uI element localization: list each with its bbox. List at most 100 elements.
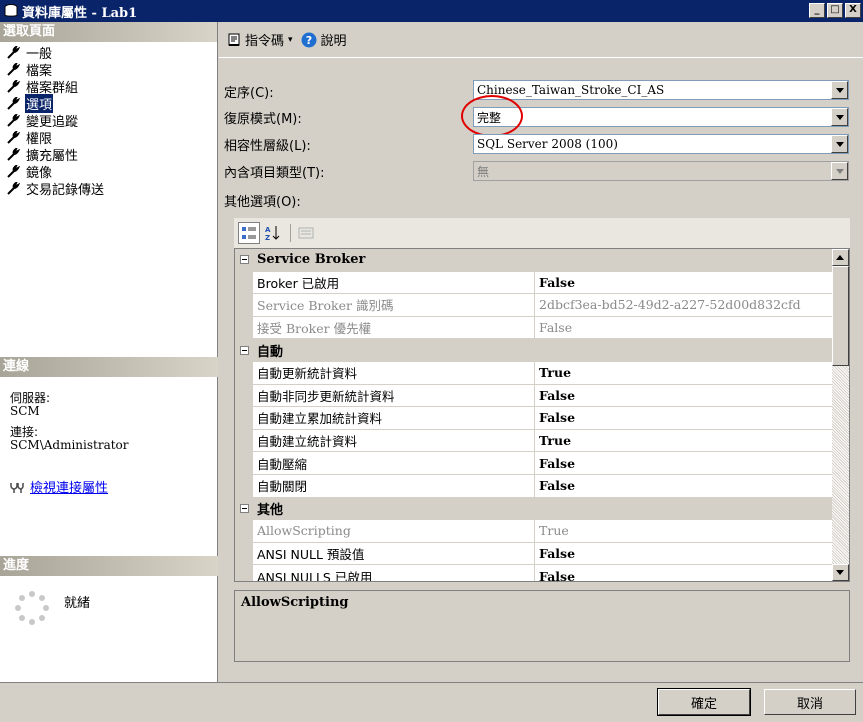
property-name: Broker 已啟用 [253,271,535,294]
property-value[interactable]: False [535,452,833,474]
categorized-button[interactable] [238,222,260,244]
svg-text:?: ? [305,34,311,47]
containment-value: 無 [477,164,490,179]
property-value[interactable]: False [535,475,833,497]
scroll-up-button[interactable] [832,249,849,266]
wrench-icon [7,113,20,127]
row-gutter [235,565,253,581]
property-value[interactable]: True [535,362,833,384]
connection-value: SCM\Administrator [10,438,129,452]
vertical-scrollbar[interactable] [832,249,849,581]
row-gutter [235,384,253,407]
containment-label: 內含項目類型(T): [224,166,325,181]
progress-area: 就緒 [14,590,90,626]
collation-select[interactable]: Chinese_Taiwan_Stroke_CI_AS [473,80,849,100]
property-name: ANSI NULLS 已啟用 [253,565,535,581]
ok-button[interactable]: 確定 [657,688,751,716]
grid-row[interactable]: 自動關閉 False [235,474,833,498]
maximize-button[interactable]: □ [827,3,843,18]
sidebar-item[interactable]: 鏡像 [0,163,217,181]
row-gutter [235,452,253,474]
grid-row[interactable]: ANSI NULL 預設值 False [235,542,833,566]
description-panel: AllowScripting [234,590,850,662]
sidebar-item[interactable]: 檔案群組 [0,78,217,96]
sidebar-item[interactable]: 權限 [0,129,217,147]
highlight-circle [461,95,523,137]
connection-header: 連線 [0,357,218,377]
scroll-down-button[interactable] [832,564,849,581]
row-gutter [235,542,253,565]
property-value[interactable]: False [535,543,833,565]
property-name: 自動非同步更新統計資料 [253,384,535,407]
database-icon [4,4,18,17]
grid-category[interactable]: 自動 [235,339,833,362]
grid-row[interactable]: Service Broker 識別碼 2dbcf3ea-bd52-49d2-a22… [235,294,833,317]
property-value[interactable]: True [535,430,833,452]
close-button[interactable]: X [845,3,861,18]
grid-row[interactable]: Broker 已啟用 False [235,271,833,295]
sidebar-item[interactable]: 交易記錄傳送 [0,180,217,198]
sidebar-item[interactable]: 變更追蹤 [0,112,217,130]
scroll-thumb[interactable] [832,266,849,366]
recovery-model-label: 復原模式(M): [224,112,302,127]
help-button[interactable]: ? 說明 [301,30,347,49]
server-value: SCM [10,404,40,418]
grid-row[interactable]: ANSI NULLS 已啟用 False [235,565,833,581]
chevron-down-icon[interactable]: ▾ [288,35,293,45]
row-gutter [235,520,253,542]
property-value[interactable]: False [535,407,833,429]
window-title: 資料庫屬性 - Lab1 [22,5,138,21]
alphabetical-button[interactable]: A Z [262,222,284,244]
row-gutter [235,429,253,452]
sidebar-item[interactable]: 檔案 [0,61,217,79]
cancel-button[interactable]: 取消 [764,689,856,715]
property-value[interactable]: False [535,272,833,294]
grid-row[interactable]: 自動建立統計資料 True [235,429,833,453]
property-grid[interactable]: Service Broker Broker 已啟用 False Service Bro… [234,248,850,582]
grid-row[interactable]: 自動建立累加統計資料 False [235,407,833,430]
chevron-down-icon[interactable] [831,81,848,99]
compat-level-label: 相容性層級(L): [224,139,311,154]
grid-row[interactable]: 接受 Broker 優先權 False [235,316,833,340]
collapse-icon[interactable] [235,498,253,520]
wrench-icon [7,62,20,76]
sidebar-item-label: 交易記錄傳送 [26,183,105,198]
row-gutter [235,474,253,497]
view-connection-link[interactable]: 檢視連接屬性 [30,477,108,496]
description-title: AllowScripting [241,595,349,610]
chevron-down-icon[interactable] [831,108,848,126]
property-pages-button [295,222,317,244]
sidebar-item[interactable]: 選項 [0,94,217,113]
categorized-icon [242,227,256,239]
title-bar: 資料庫屬性 - Lab1 _ □ X [0,0,863,22]
property-name: 自動更新統計資料 [253,361,535,384]
grid-row[interactable]: AllowScripting True [235,520,833,543]
collapse-icon[interactable] [235,339,253,361]
wrench-icon [7,181,20,195]
minimize-button[interactable]: _ [809,3,825,18]
recovery-model-select[interactable]: 完整 [473,107,849,127]
property-value: True [539,523,569,539]
wrench-icon [7,147,20,161]
sidebar-item[interactable]: 一般 [0,44,217,62]
grid-category[interactable]: 其他 [235,497,833,521]
compat-level-select[interactable]: SQL Server 2008 (100) [473,134,849,154]
view-connection-properties[interactable]: 檢視連接屬性 [10,477,108,496]
grid-row[interactable]: 自動壓縮 False [235,452,833,475]
script-button[interactable]: 指令碼 ▾ [227,30,293,49]
sort-az-icon: A Z [265,226,280,241]
property-name: 接受 Broker 優先權 [253,316,535,339]
sidebar-item[interactable]: 擴充屬性 [0,146,217,164]
row-gutter [235,271,253,294]
grid-row[interactable]: 自動非同步更新統計資料 False [235,384,833,408]
property-name: Service Broker 識別碼 [253,294,535,316]
collapse-icon[interactable] [235,249,253,271]
grid-row[interactable]: 自動更新統計資料 True [235,361,833,385]
grid-category[interactable]: Service Broker [235,249,833,272]
progress-status: 就緒 [64,596,91,611]
connection-icon [10,482,24,493]
compat-level-value: SQL Server 2008 (100) [477,137,618,151]
property-value[interactable]: False [535,385,833,407]
property-value[interactable]: False [535,565,833,581]
chevron-down-icon[interactable] [831,135,848,153]
